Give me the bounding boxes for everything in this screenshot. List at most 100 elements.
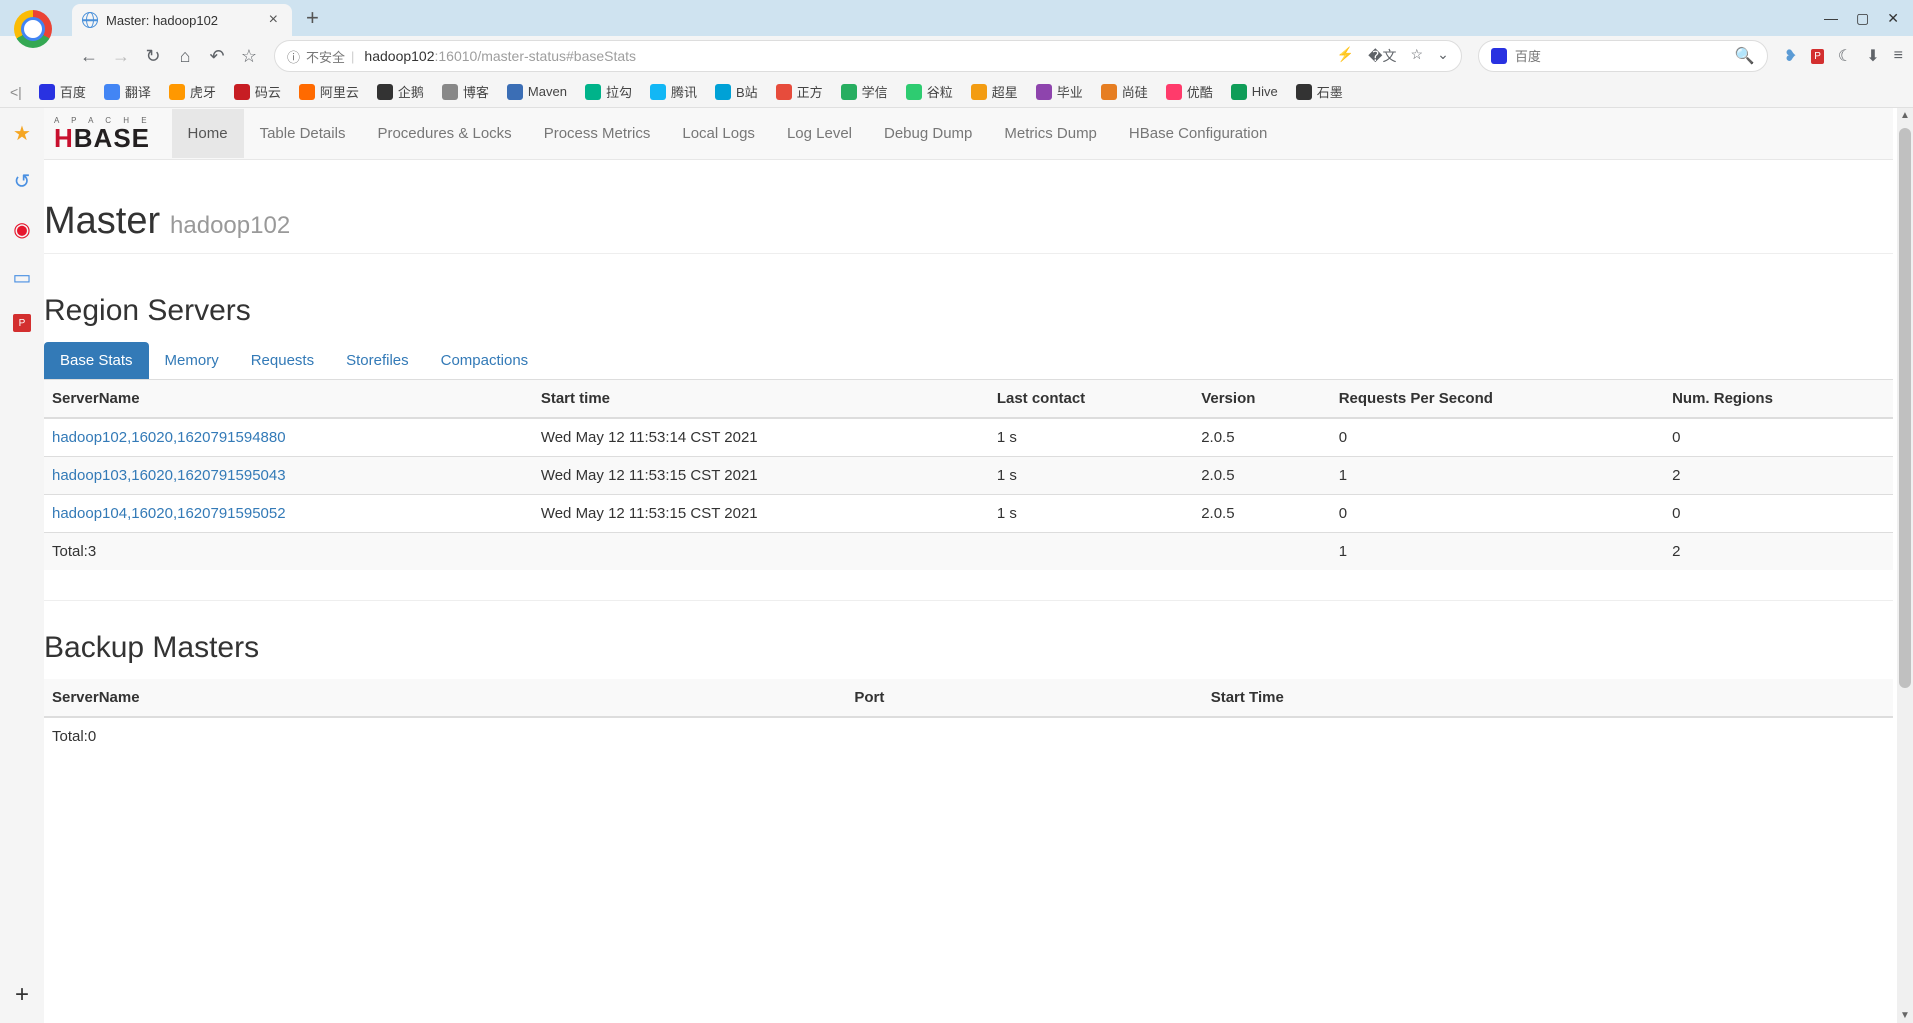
tab-title: Master: hadoop102 bbox=[106, 13, 265, 28]
nav-link-metrics-dump[interactable]: Metrics Dump bbox=[988, 109, 1113, 158]
bookmark-icon bbox=[234, 84, 250, 100]
server-link[interactable]: hadoop104,16020,1620791595052 bbox=[52, 505, 286, 522]
bookmark-item[interactable]: 优酷 bbox=[1159, 79, 1220, 104]
browser-tab[interactable]: Master: hadoop102 × bbox=[72, 4, 292, 36]
nav-link-hbase-configuration[interactable]: HBase Configuration bbox=[1113, 109, 1283, 158]
reload-icon[interactable]: ↻ bbox=[144, 47, 162, 65]
bookmark-label: Maven bbox=[528, 84, 567, 99]
tab-base-stats[interactable]: Base Stats bbox=[44, 342, 149, 379]
bookmark-item[interactable]: 企鹅 bbox=[370, 79, 431, 104]
nav-link-local-logs[interactable]: Local Logs bbox=[666, 109, 771, 158]
download-icon[interactable]: ⬇ bbox=[1866, 46, 1879, 66]
nav-link-process-metrics[interactable]: Process Metrics bbox=[528, 109, 667, 158]
total-label: Total:0 bbox=[44, 717, 846, 755]
weibo-icon[interactable]: ◉ bbox=[11, 218, 33, 240]
baidu-icon bbox=[1491, 48, 1507, 64]
scroll-down-icon[interactable]: ▼ bbox=[1897, 1010, 1913, 1021]
nav-link-debug-dump[interactable]: Debug Dump bbox=[868, 109, 988, 158]
bookmark-item[interactable]: 虎牙 bbox=[162, 79, 223, 104]
bookmark-item[interactable]: 百度 bbox=[32, 79, 93, 104]
tab-compactions[interactable]: Compactions bbox=[425, 342, 545, 379]
nav-link-table-details[interactable]: Table Details bbox=[244, 109, 362, 158]
bookmark-star-icon[interactable]: ☆ bbox=[1411, 46, 1424, 66]
add-sidebar-icon[interactable]: + bbox=[15, 981, 29, 1009]
bookmark-item[interactable]: 正方 bbox=[769, 79, 830, 104]
expand-bookmarks-icon[interactable]: <| bbox=[10, 84, 22, 100]
cell-regions: 0 bbox=[1664, 495, 1893, 533]
cell-start: Wed May 12 11:53:15 CST 2021 bbox=[533, 457, 989, 495]
nav-link-log-level[interactable]: Log Level bbox=[771, 109, 868, 158]
pdf-icon[interactable]: P bbox=[1811, 49, 1824, 64]
scrollbar-thumb[interactable] bbox=[1899, 128, 1911, 688]
translate-icon[interactable]: �文 bbox=[1368, 46, 1396, 66]
search-icon[interactable]: 🔍 bbox=[1735, 46, 1755, 66]
bookmark-label: 石墨 bbox=[1317, 82, 1343, 101]
bookmark-item[interactable]: 超星 bbox=[964, 79, 1025, 104]
back-icon[interactable]: ← bbox=[80, 47, 98, 65]
hbase-navbar: A P A C H E HBASE HomeTable DetailsProce… bbox=[44, 108, 1893, 160]
bookmark-label: B站 bbox=[736, 82, 758, 101]
bookmark-icon bbox=[715, 84, 731, 100]
bookmark-label: 百度 bbox=[60, 82, 86, 101]
scroll-up-icon[interactable]: ▲ bbox=[1897, 110, 1913, 121]
cell-version: 2.0.5 bbox=[1193, 457, 1331, 495]
total-rps: 1 bbox=[1331, 533, 1664, 571]
close-tab-icon[interactable]: × bbox=[265, 11, 282, 29]
cell-contact: 1 s bbox=[989, 418, 1193, 457]
bookmark-item[interactable]: 谷粒 bbox=[899, 79, 960, 104]
bookmark-item[interactable]: 阿里云 bbox=[292, 79, 366, 104]
flash-icon[interactable]: ⚡ bbox=[1337, 46, 1354, 66]
favorite-icon[interactable]: ★ bbox=[11, 122, 33, 144]
bookmark-icon bbox=[507, 84, 523, 100]
bookmark-icon bbox=[104, 84, 120, 100]
nav-link-home[interactable]: Home bbox=[172, 109, 244, 158]
bookmark-item[interactable]: 尚硅 bbox=[1094, 79, 1155, 104]
forward-icon[interactable]: → bbox=[112, 47, 130, 65]
region-servers-table: ServerNameStart timeLast contactVersionR… bbox=[44, 380, 1893, 570]
server-link[interactable]: hadoop102,16020,1620791594880 bbox=[52, 429, 286, 446]
menu-icon[interactable]: ≡ bbox=[1894, 47, 1903, 65]
table-total-row: Total:0 bbox=[44, 717, 1893, 755]
card-icon[interactable]: ▭ bbox=[11, 266, 33, 288]
bookmark-item[interactable]: Maven bbox=[500, 79, 574, 104]
history-icon[interactable]: ↺ bbox=[11, 170, 33, 192]
tab-requests[interactable]: Requests bbox=[235, 342, 330, 379]
search-box[interactable]: 🔍 bbox=[1478, 40, 1768, 72]
address-bar[interactable]: ⓘ 不安全 | hadoop102:16010/master-status#ba… bbox=[274, 40, 1462, 72]
bookmark-item[interactable]: 学信 bbox=[834, 79, 895, 104]
bookmark-item[interactable]: 博客 bbox=[435, 79, 496, 104]
bookmark-item[interactable]: 码云 bbox=[227, 79, 288, 104]
chevron-down-icon[interactable]: ⌄ bbox=[1437, 46, 1449, 66]
bookmark-icon bbox=[1036, 84, 1052, 100]
home-icon[interactable]: ⌂ bbox=[176, 47, 194, 65]
bookmark-item[interactable]: Hive bbox=[1224, 79, 1285, 104]
region-tabs: Base StatsMemoryRequestsStorefilesCompac… bbox=[44, 342, 1893, 380]
hbase-logo[interactable]: A P A C H E HBASE bbox=[54, 117, 152, 151]
bookmark-icon bbox=[650, 84, 666, 100]
tab-storefiles[interactable]: Storefiles bbox=[330, 342, 425, 379]
close-window-icon[interactable]: ✕ bbox=[1887, 10, 1899, 27]
bookmark-icon bbox=[906, 84, 922, 100]
server-link[interactable]: hadoop103,16020,1620791595043 bbox=[52, 467, 286, 484]
bookmark-item[interactable]: 翻译 bbox=[97, 79, 158, 104]
bookmark-item[interactable]: 石墨 bbox=[1289, 79, 1350, 104]
moon-icon[interactable]: ☾ bbox=[1838, 46, 1852, 66]
nav-link-procedures-locks[interactable]: Procedures & Locks bbox=[361, 109, 527, 158]
star-icon[interactable]: ☆ bbox=[240, 47, 258, 65]
scrollbar[interactable]: ▲ ▼ bbox=[1897, 108, 1913, 1023]
undo-icon[interactable]: ↶ bbox=[208, 47, 226, 65]
bird-icon[interactable]: ❥ bbox=[1784, 46, 1797, 66]
bookmark-item[interactable]: 拉勾 bbox=[578, 79, 639, 104]
bookmark-item[interactable]: 毕业 bbox=[1029, 79, 1090, 104]
maximize-icon[interactable]: ▢ bbox=[1856, 10, 1869, 27]
bookmark-item[interactable]: B站 bbox=[708, 79, 765, 104]
pdf2-icon[interactable]: P bbox=[13, 314, 31, 332]
search-input[interactable] bbox=[1515, 49, 1735, 64]
bookmark-item[interactable]: 腾讯 bbox=[643, 79, 704, 104]
bookmark-label: 超星 bbox=[992, 82, 1018, 101]
browser-logo bbox=[14, 10, 52, 48]
new-tab-button[interactable]: + bbox=[306, 7, 319, 29]
tab-memory[interactable]: Memory bbox=[149, 342, 235, 379]
column-header: Requests Per Second bbox=[1331, 380, 1664, 418]
minimize-icon[interactable]: — bbox=[1824, 10, 1838, 27]
